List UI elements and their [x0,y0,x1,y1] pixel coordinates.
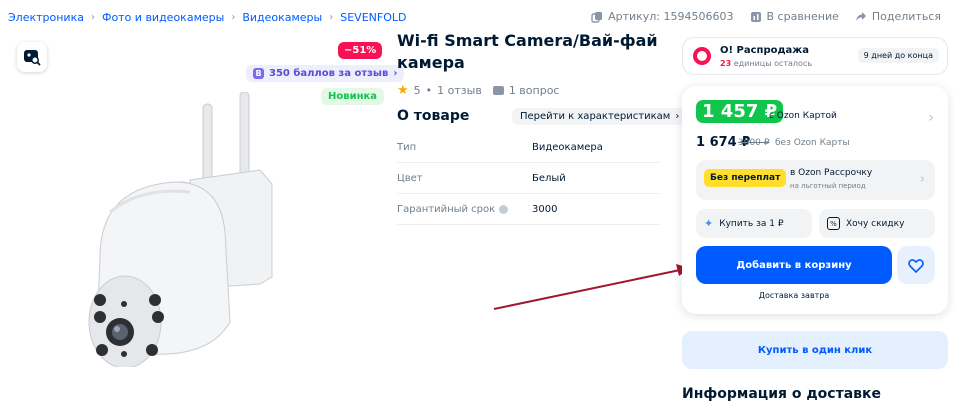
sale-stock: 23 единицы осталось [720,59,813,68]
spec-row: Тип Видеокамера [397,132,660,163]
share-icon [855,11,866,21]
chevron-right-icon: › [675,111,680,122]
similar-search-button[interactable] [17,42,47,72]
sale-days-left: 9 дней до конца [857,48,939,63]
review-points-badge[interactable]: B 350 баллов за отзыв › [246,65,405,82]
delivery-note: Доставка завтра [758,291,830,300]
spec-value: Белый [532,172,566,184]
spec-row: Гарантийный срок 3000 [397,194,660,225]
spec-value: Видеокамера [532,141,603,153]
top-actions: Артикул: 1594506603 В сравнение Поделить… [591,10,941,23]
chevron-right-icon: › [90,12,95,23]
sale-title: О! Распродажа [720,45,810,56]
product-title: Wi-fi Smart Camera/Вай-фай камера [397,31,658,72]
chevron-right-icon: › [919,172,925,187]
chevron-right-icon: › [231,12,236,23]
old-price: 3000 ₽ [738,138,770,148]
discount-badge: −51% [338,42,383,59]
buy-box: 1 457 ₽ с Ozon Картой › 1 674 ₽ 3000 ₽ б… [682,86,948,314]
article-number[interactable]: Артикул: 1594506603 [591,10,734,23]
share-button[interactable]: Поделиться [855,10,941,23]
info-icon[interactable] [499,204,509,214]
compare-button[interactable]: В сравнение [750,10,839,23]
specs-list: Тип Видеокамера Цвет Белый Гарантийный с… [397,132,660,225]
points-icon: B [253,68,264,79]
regular-price-note: без Ozon Карты [775,138,850,148]
spec-value: 3000 [532,203,558,215]
breadcrumb-video-cameras[interactable]: Видеокамеры [242,11,322,24]
buy-one-click-button[interactable]: Купить в один клик [682,331,948,369]
questions-link[interactable]: 1 вопрос [509,84,560,97]
spec-row: Цвет Белый [397,163,660,194]
breadcrumb-brand[interactable]: SEVENFOLD [340,11,406,24]
chevron-right-icon: › [329,12,334,23]
spec-key: Цвет [397,172,423,184]
buy-for-1-button[interactable]: ✦ Купить за 1 ₽ [696,209,812,238]
want-discount-button[interactable]: % Хочу скидку [819,209,935,238]
sale-logo-icon [693,47,711,65]
question-icon [492,86,504,95]
favorite-button[interactable] [897,246,935,284]
spec-key: Гарантийный срок [397,204,532,215]
go-to-specs-button[interactable]: Перейти к характеристикам › [512,108,688,125]
reviews-link[interactable]: 1 отзыв [437,84,482,97]
installment-offer[interactable]: Без переплат в Ozon Рассрочку на льготны… [696,160,935,200]
image-search-icon [24,50,41,66]
spec-key: Тип [397,141,417,153]
compare-icon [750,11,761,22]
sparkle-icon: ✦ [704,217,714,230]
product-image[interactable] [80,92,280,367]
sale-banner[interactable]: О! Распродажа 23 единицы осталось 9 дней… [682,37,948,75]
new-badge: Новинка [321,88,385,105]
copy-icon [591,11,603,23]
percent-icon: % [827,217,840,230]
delivery-heading: Информация о доставке [682,386,881,402]
heart-icon [908,258,924,273]
about-heading: О товаре [397,108,470,124]
breadcrumb: Электроника › Фото и видеокамеры › Видео… [8,11,406,24]
chevron-right-icon[interactable]: › [928,110,934,126]
rating-value: 5 [413,84,421,97]
rating-summary: ★ 5 • 1 отзыв 1 вопрос [397,83,560,98]
card-price-note: с Ozon Картой [769,111,837,121]
breadcrumb-electronics[interactable]: Электроника [8,11,84,24]
installment-tag: Без переплат [704,169,787,187]
add-to-cart-button[interactable]: Добавить в корзину [696,246,892,284]
star-icon: ★ [397,83,409,98]
breadcrumb-photo-video[interactable]: Фото и видеокамеры [102,11,224,24]
